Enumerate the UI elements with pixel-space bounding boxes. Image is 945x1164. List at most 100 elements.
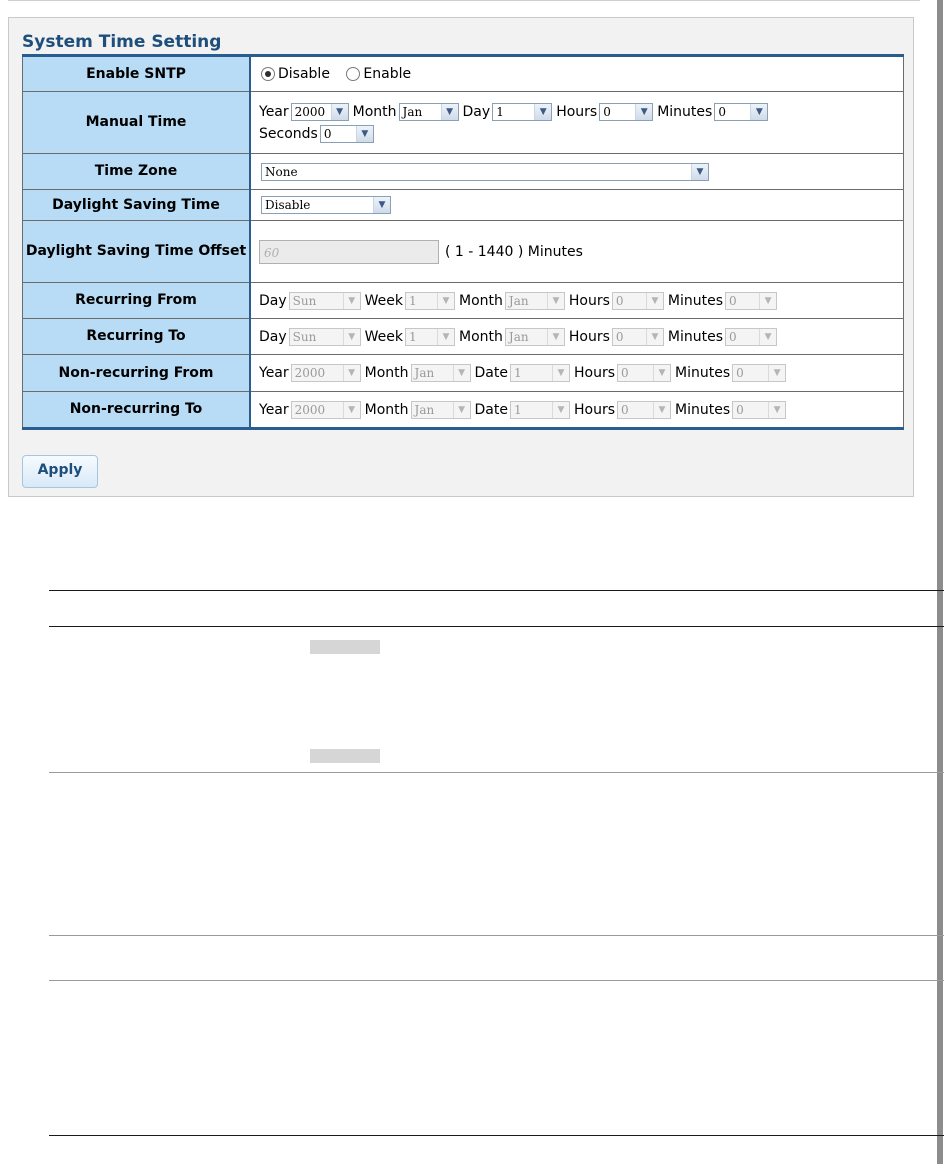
rt-week-value: 1 <box>409 329 417 344</box>
nt-hours-value: 0 <box>621 402 629 417</box>
recurring-from-fields: Day Sun ▼ Week 1 ▼ Month Jan ▼ Hours 0 ▼ Minutes 0 ▼ <box>249 282 904 319</box>
nf-date-select[interactable]: 1 ▼ <box>510 364 570 382</box>
row-enable-sntp: Enable SNTP Disable Enable <box>22 55 904 92</box>
manual-year-select[interactable]: 2000 ▼ <box>290 102 349 121</box>
sntp-enable-radio[interactable] <box>346 67 361 81</box>
doc-row-rule-1 <box>49 772 944 773</box>
manual-year-value: 2000 <box>294 104 326 119</box>
nf-date-label: Date <box>474 365 508 381</box>
dst-offset-field: 60 ( 1 - 1440 ) Minutes <box>249 220 904 283</box>
rf-minutes-select[interactable]: 0 ▼ <box>725 291 778 310</box>
manual-minutes-select[interactable]: 0 ▼ <box>714 102 769 121</box>
rf-hours-select[interactable]: 0 ▼ <box>611 291 664 310</box>
doc-row-rule-2 <box>49 935 944 936</box>
rt-day-label: Day <box>259 328 287 345</box>
manual-seconds-select[interactable]: 0 ▼ <box>319 124 374 143</box>
rf-week-select[interactable]: 1 ▼ <box>405 291 456 310</box>
manual-day-select[interactable]: 1 ▼ <box>492 102 553 121</box>
chevron-down-icon: ▼ <box>342 328 360 345</box>
doc-highlight-1 <box>310 640 380 654</box>
chevron-down-icon: ▼ <box>653 365 671 381</box>
enable-sntp-label: Enable SNTP <box>22 55 251 92</box>
nf-hours-select[interactable]: 0 ▼ <box>617 364 672 382</box>
manual-month-value: Jan <box>402 104 423 119</box>
rt-month-value: Jan <box>508 329 529 344</box>
rf-day-select[interactable]: Sun ▼ <box>288 291 361 310</box>
nf-month-value: Jan <box>414 366 435 380</box>
row-nonrecurring-from: Non-recurring From Year 2000 ▼ Month Jan ▼ Dat… <box>22 354 904 392</box>
chevron-down-icon: ▼ <box>342 365 360 381</box>
nf-hours-value: 0 <box>621 366 629 380</box>
dst-select[interactable]: Disable ▼ <box>261 196 391 214</box>
chevron-down-icon: ▼ <box>546 292 564 309</box>
doc-highlight-2 <box>310 749 380 763</box>
manual-hours-select[interactable]: 0 ▼ <box>599 102 654 121</box>
nf-date-value: 1 <box>514 366 522 380</box>
chevron-down-icon: ▼ <box>759 292 777 309</box>
top-divider <box>8 0 920 1</box>
rf-hours-label: Hours <box>568 292 610 309</box>
manual-time-fields: Year 2000 ▼ Month Jan ▼ Day 1 ▼ Hours 0 ▼ Minutes 0 ▼ … <box>249 91 904 154</box>
dst-offset-label: Daylight Saving Time Offset <box>22 220 251 283</box>
rt-hours-value: 0 <box>615 329 624 344</box>
apply-button[interactable]: Apply <box>22 455 98 488</box>
nf-year-value: 2000 <box>294 366 326 380</box>
dst-offset-input[interactable]: 60 <box>259 239 439 264</box>
chevron-down-icon: ▼ <box>552 365 569 381</box>
system-time-setting-panel: System Time Setting Enable SNTP Disable … <box>8 17 914 497</box>
dst-offset-range: ( 1 - 1440 ) Minutes <box>445 243 583 260</box>
chevron-down-icon: ▼ <box>440 103 458 120</box>
chevron-down-icon: ▼ <box>552 401 569 418</box>
chevron-down-icon: ▼ <box>645 292 663 309</box>
nt-date-select[interactable]: 1 ▼ <box>510 400 570 419</box>
rt-day-select[interactable]: Sun ▼ <box>288 327 361 346</box>
nt-year-select[interactable]: 2000 ▼ <box>290 400 361 419</box>
nt-minutes-label: Minutes <box>675 401 731 418</box>
nf-minutes-label: Minutes <box>675 365 731 381</box>
chevron-down-icon: ▼ <box>635 103 653 120</box>
manual-year-label: Year <box>259 103 289 120</box>
rf-month-select[interactable]: Jan ▼ <box>504 291 565 310</box>
nt-hours-select[interactable]: 0 ▼ <box>617 400 672 419</box>
nf-hours-label: Hours <box>574 365 616 381</box>
sntp-enable-option[interactable]: Enable <box>344 66 411 82</box>
manual-minutes-value: 0 <box>718 104 726 119</box>
chevron-down-icon: ▼ <box>768 401 786 418</box>
row-recurring-to: Recurring To Day Sun ▼ Week 1 ▼ Month Jan ▼ Hours… <box>22 318 904 355</box>
chevron-down-icon: ▼ <box>750 103 768 120</box>
nonrecurring-to-fields: Year 2000 ▼ Month Jan ▼ Date 1 ▼ Hours 0 ▼ Minutes 0 ▼ <box>249 391 904 429</box>
nt-month-value: Jan <box>414 402 435 417</box>
nt-minutes-value: 0 <box>736 402 744 417</box>
manual-month-select[interactable]: Jan ▼ <box>398 102 459 121</box>
nt-date-label: Date <box>474 401 508 418</box>
rt-month-select[interactable]: Jan ▼ <box>504 327 565 346</box>
manual-time-label: Manual Time <box>22 91 251 154</box>
time-zone-select[interactable]: None ▼ <box>261 162 709 181</box>
nf-minutes-select[interactable]: 0 ▼ <box>732 364 787 382</box>
rt-hours-label: Hours <box>568 328 610 345</box>
nt-minutes-select[interactable]: 0 ▼ <box>732 400 787 419</box>
nt-month-select[interactable]: Jan ▼ <box>410 400 471 419</box>
row-nonrecurring-to: Non-recurring To Year 2000 ▼ Month Jan ▼ Date 1… <box>22 391 904 429</box>
row-time-zone: Time Zone None ▼ <box>22 153 904 190</box>
chevron-down-icon: ▼ <box>653 401 671 418</box>
recurring-to-label: Recurring To <box>22 318 251 355</box>
sntp-enable-label: Enable <box>363 66 412 82</box>
chevron-down-icon: ▼ <box>691 163 708 180</box>
rf-week-label: Week <box>364 292 404 309</box>
rt-hours-select[interactable]: 0 ▼ <box>611 327 664 346</box>
chevron-down-icon: ▼ <box>452 401 470 418</box>
nonrecurring-to-label: Non-recurring To <box>22 391 251 429</box>
rt-week-select[interactable]: 1 ▼ <box>405 327 456 346</box>
rt-day-value: Sun <box>292 329 317 344</box>
nf-minutes-value: 0 <box>736 366 744 380</box>
doc-table-header-rule <box>49 626 944 627</box>
nf-month-select[interactable]: Jan ▼ <box>410 364 471 382</box>
nonrecurring-from-label: Non-recurring From <box>22 354 251 392</box>
nf-year-select[interactable]: 2000 ▼ <box>290 364 361 382</box>
rf-week-value: 1 <box>409 293 417 308</box>
recurring-from-label: Recurring From <box>22 282 251 319</box>
sntp-disable-option[interactable]: Disable <box>259 66 330 82</box>
sntp-disable-radio[interactable] <box>261 67 275 81</box>
rt-minutes-select[interactable]: 0 ▼ <box>725 327 778 346</box>
